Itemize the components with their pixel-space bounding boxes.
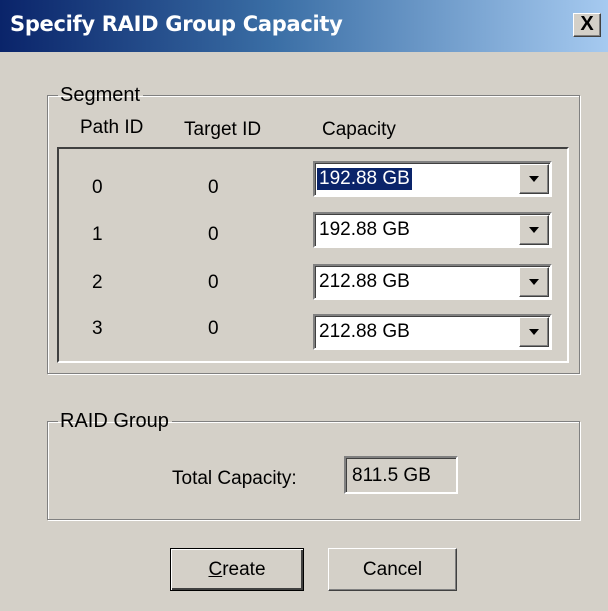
chevron-down-icon[interactable]	[519, 317, 549, 347]
path-id-cell: 1	[92, 224, 103, 245]
total-capacity-label: Total Capacity:	[172, 468, 297, 489]
path-id-header: Path ID	[80, 117, 144, 138]
total-capacity-value: 811.5 GB	[352, 465, 431, 486]
raid-group-legend: RAID Group	[60, 410, 169, 432]
path-id-cell: 3	[92, 318, 103, 339]
target-id-cell: 0	[208, 318, 219, 339]
create-mnemonic: C	[208, 558, 223, 580]
path-id-cell: 0	[92, 177, 103, 198]
capacity-value: 192.88 GB	[319, 219, 410, 240]
capacity-select[interactable]: 212.88 GB	[313, 314, 552, 350]
close-button[interactable]: X	[573, 13, 601, 37]
path-id-cell: 2	[92, 272, 103, 293]
capacity-header: Capacity	[322, 119, 396, 140]
capacity-value: 212.88 GB	[319, 321, 410, 342]
create-label: reate	[222, 558, 266, 580]
capacity-select[interactable]: 192.88 GB	[313, 212, 552, 248]
cancel-button[interactable]: Cancel	[328, 548, 457, 591]
raid-group: RAID Group	[47, 410, 580, 520]
capacity-select[interactable]: 212.88 GB	[313, 264, 552, 300]
target-id-header: Target ID	[184, 119, 262, 140]
capacity-select[interactable]: 192.88 GB	[313, 161, 552, 197]
create-button[interactable]: Create	[170, 548, 304, 591]
target-id-cell: 0	[208, 272, 219, 293]
capacity-value: 212.88 GB	[319, 271, 410, 292]
title-bar: Specify RAID Group Capacity X	[0, 0, 608, 52]
segment-legend: Segment	[60, 84, 141, 106]
target-id-cell: 0	[208, 177, 219, 198]
chevron-down-icon[interactable]	[519, 267, 549, 297]
chevron-down-icon[interactable]	[519, 164, 549, 194]
target-id-cell: 0	[208, 224, 219, 245]
capacity-value: 192.88 GB	[317, 168, 412, 190]
dialog-title: Specify RAID Group Capacity	[10, 12, 343, 36]
close-icon: X	[580, 13, 594, 35]
chevron-down-icon[interactable]	[519, 215, 549, 245]
total-capacity-field: 811.5 GB	[344, 456, 458, 494]
